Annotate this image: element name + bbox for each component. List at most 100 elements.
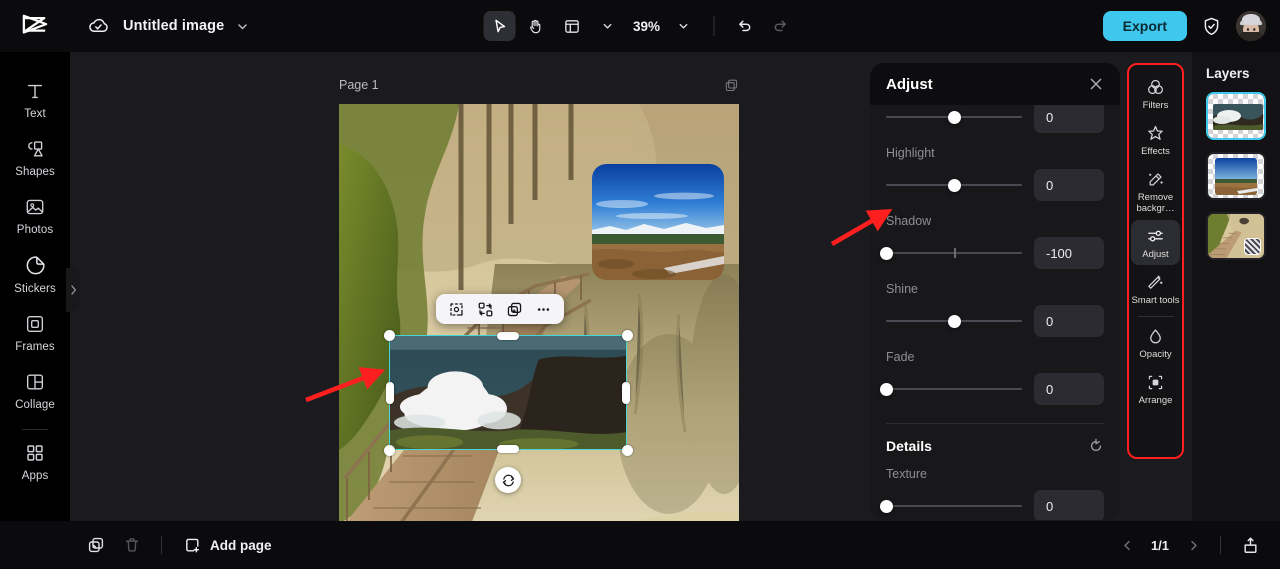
slider-knob[interactable] bbox=[947, 314, 961, 328]
layout-tool-button[interactable] bbox=[556, 11, 588, 41]
zoom-level-value[interactable]: 39% bbox=[628, 19, 666, 34]
chevron-down-icon bbox=[679, 23, 688, 29]
details-title: Details bbox=[886, 438, 932, 454]
adjust-row-fade: Fade 0 bbox=[879, 337, 1104, 405]
capcut-logo-icon bbox=[22, 14, 48, 34]
highlight-value-input[interactable]: 0 bbox=[1034, 169, 1104, 201]
canvas-tools: 39% bbox=[483, 0, 797, 52]
texture-slider[interactable] bbox=[879, 498, 1022, 514]
layer-item-landscape[interactable] bbox=[1206, 152, 1266, 200]
chevron-right-icon bbox=[1190, 540, 1197, 550]
tool-smart-tools[interactable]: Smart tools bbox=[1131, 266, 1180, 311]
details-reset-button[interactable] bbox=[1088, 438, 1104, 454]
export-page-button[interactable] bbox=[1234, 530, 1266, 560]
hand-tool-button[interactable] bbox=[520, 11, 552, 41]
sidebar-item-stickers[interactable]: Stickers bbox=[0, 244, 70, 303]
shine-slider[interactable] bbox=[886, 313, 1022, 329]
texture-value-input[interactable]: 0 bbox=[1034, 490, 1104, 520]
adjust-panel-header: Adjust bbox=[870, 63, 1120, 105]
duplicate-page-button[interactable] bbox=[80, 530, 112, 560]
effects-icon bbox=[1148, 125, 1163, 140]
highlight-slider[interactable] bbox=[886, 177, 1022, 193]
slider-track bbox=[886, 505, 1022, 507]
reset-icon bbox=[1090, 438, 1102, 452]
layout-dropdown-button[interactable] bbox=[592, 11, 624, 41]
adjust-icon bbox=[1148, 230, 1163, 242]
zoom-dropdown-button[interactable] bbox=[668, 11, 700, 41]
delete-page-button[interactable] bbox=[116, 530, 148, 560]
element-context-toolbar bbox=[436, 294, 564, 324]
sidebar-item-label: Frames bbox=[15, 341, 55, 353]
resize-handle-top-right[interactable] bbox=[621, 329, 633, 341]
close-adjust-panel-button[interactable] bbox=[1088, 76, 1104, 92]
opacity-icon bbox=[1150, 329, 1161, 344]
next-page-button[interactable] bbox=[1179, 531, 1207, 559]
tool-label: Arrange bbox=[1138, 395, 1173, 406]
shadow-label: Shadow bbox=[886, 214, 932, 228]
tool-remove-background[interactable]: Remove backgr… bbox=[1131, 163, 1180, 219]
fade-slider[interactable] bbox=[879, 381, 1022, 397]
export-button[interactable]: Export bbox=[1102, 11, 1187, 41]
resize-handle-top-left[interactable] bbox=[383, 329, 395, 341]
replace-media-button[interactable] bbox=[472, 296, 499, 322]
sidebar-collapse-toggle[interactable] bbox=[66, 268, 80, 312]
resize-handle-bottom-left[interactable] bbox=[383, 444, 395, 456]
redo-button[interactable] bbox=[765, 11, 797, 41]
filters-icon bbox=[1148, 79, 1163, 95]
app-logo[interactable] bbox=[0, 0, 70, 52]
resize-handle-left[interactable] bbox=[386, 381, 394, 404]
avatar[interactable] bbox=[1236, 11, 1266, 41]
adjust-panel-body[interactable]: 0 Highlight 0 Shadow -100 Shine 0 Fade 0… bbox=[870, 105, 1120, 520]
undo-button[interactable] bbox=[729, 11, 761, 41]
add-page-button[interactable]: Add page bbox=[175, 532, 281, 559]
sidebar-item-label: Collage bbox=[15, 399, 55, 411]
sidebar-item-photos[interactable]: Photos bbox=[0, 186, 70, 244]
shadow-slider[interactable] bbox=[879, 245, 1022, 261]
resize-handle-top[interactable] bbox=[497, 332, 519, 340]
sidebar-item-text[interactable]: Text bbox=[0, 70, 70, 128]
sidebar-item-shapes[interactable]: Shapes bbox=[0, 128, 70, 186]
sidebar-item-collage[interactable]: Collage bbox=[0, 361, 70, 419]
tool-opacity[interactable]: Opacity bbox=[1131, 320, 1180, 365]
rotate-handle[interactable] bbox=[495, 467, 521, 493]
partial-slider[interactable] bbox=[886, 109, 1022, 125]
shadow-value-input[interactable]: -100 bbox=[1034, 237, 1104, 269]
partial-value-input[interactable]: 0 bbox=[1034, 105, 1104, 133]
select-tool-button[interactable] bbox=[483, 11, 516, 41]
resize-handle-bottom-right[interactable] bbox=[621, 444, 633, 456]
crop-button[interactable] bbox=[443, 296, 470, 322]
cloud-status[interactable] bbox=[88, 17, 109, 35]
inset-image-landscape[interactable] bbox=[592, 164, 724, 280]
slider-knob[interactable] bbox=[947, 110, 961, 124]
tool-filters[interactable]: Filters bbox=[1131, 71, 1180, 116]
duplicate-page-button[interactable] bbox=[724, 78, 739, 93]
more-options-button[interactable] bbox=[530, 296, 557, 322]
layer-item-boardwalk[interactable] bbox=[1206, 212, 1266, 260]
document-title[interactable]: Untitled image bbox=[123, 18, 224, 34]
fade-value-input[interactable]: 0 bbox=[1034, 373, 1104, 405]
slider-knob[interactable] bbox=[879, 499, 893, 513]
document-menu-button[interactable] bbox=[236, 20, 249, 33]
previous-page-button[interactable] bbox=[1113, 531, 1141, 559]
privacy-shield-button[interactable] bbox=[1201, 16, 1222, 37]
slider-knob[interactable] bbox=[879, 382, 893, 396]
bottom-bar: Add page 1/1 bbox=[0, 521, 1280, 569]
slider-knob[interactable] bbox=[879, 246, 893, 260]
shine-value-input[interactable]: 0 bbox=[1034, 305, 1104, 337]
chevron-left-icon bbox=[1123, 540, 1130, 550]
tool-effects[interactable]: Effects bbox=[1131, 117, 1180, 162]
selected-element-frame[interactable] bbox=[383, 329, 633, 493]
sidebar-item-frames[interactable]: Frames bbox=[0, 303, 70, 361]
sidebar-item-apps[interactable]: Apps bbox=[0, 432, 70, 490]
layer-item-wave[interactable] bbox=[1206, 92, 1266, 140]
resize-handle-right[interactable] bbox=[622, 381, 630, 404]
slider-knob[interactable] bbox=[947, 178, 961, 192]
sidebar-item-label: Text bbox=[24, 108, 46, 120]
duplicate-button[interactable] bbox=[501, 296, 528, 322]
tool-arrange[interactable]: Arrange bbox=[1131, 366, 1180, 411]
page-canvas[interactable] bbox=[339, 104, 739, 556]
tool-adjust[interactable]: Adjust bbox=[1131, 220, 1180, 265]
chevron-down-icon bbox=[238, 23, 248, 29]
resize-handle-bottom[interactable] bbox=[497, 445, 519, 453]
tool-label: Effects bbox=[1141, 146, 1170, 157]
